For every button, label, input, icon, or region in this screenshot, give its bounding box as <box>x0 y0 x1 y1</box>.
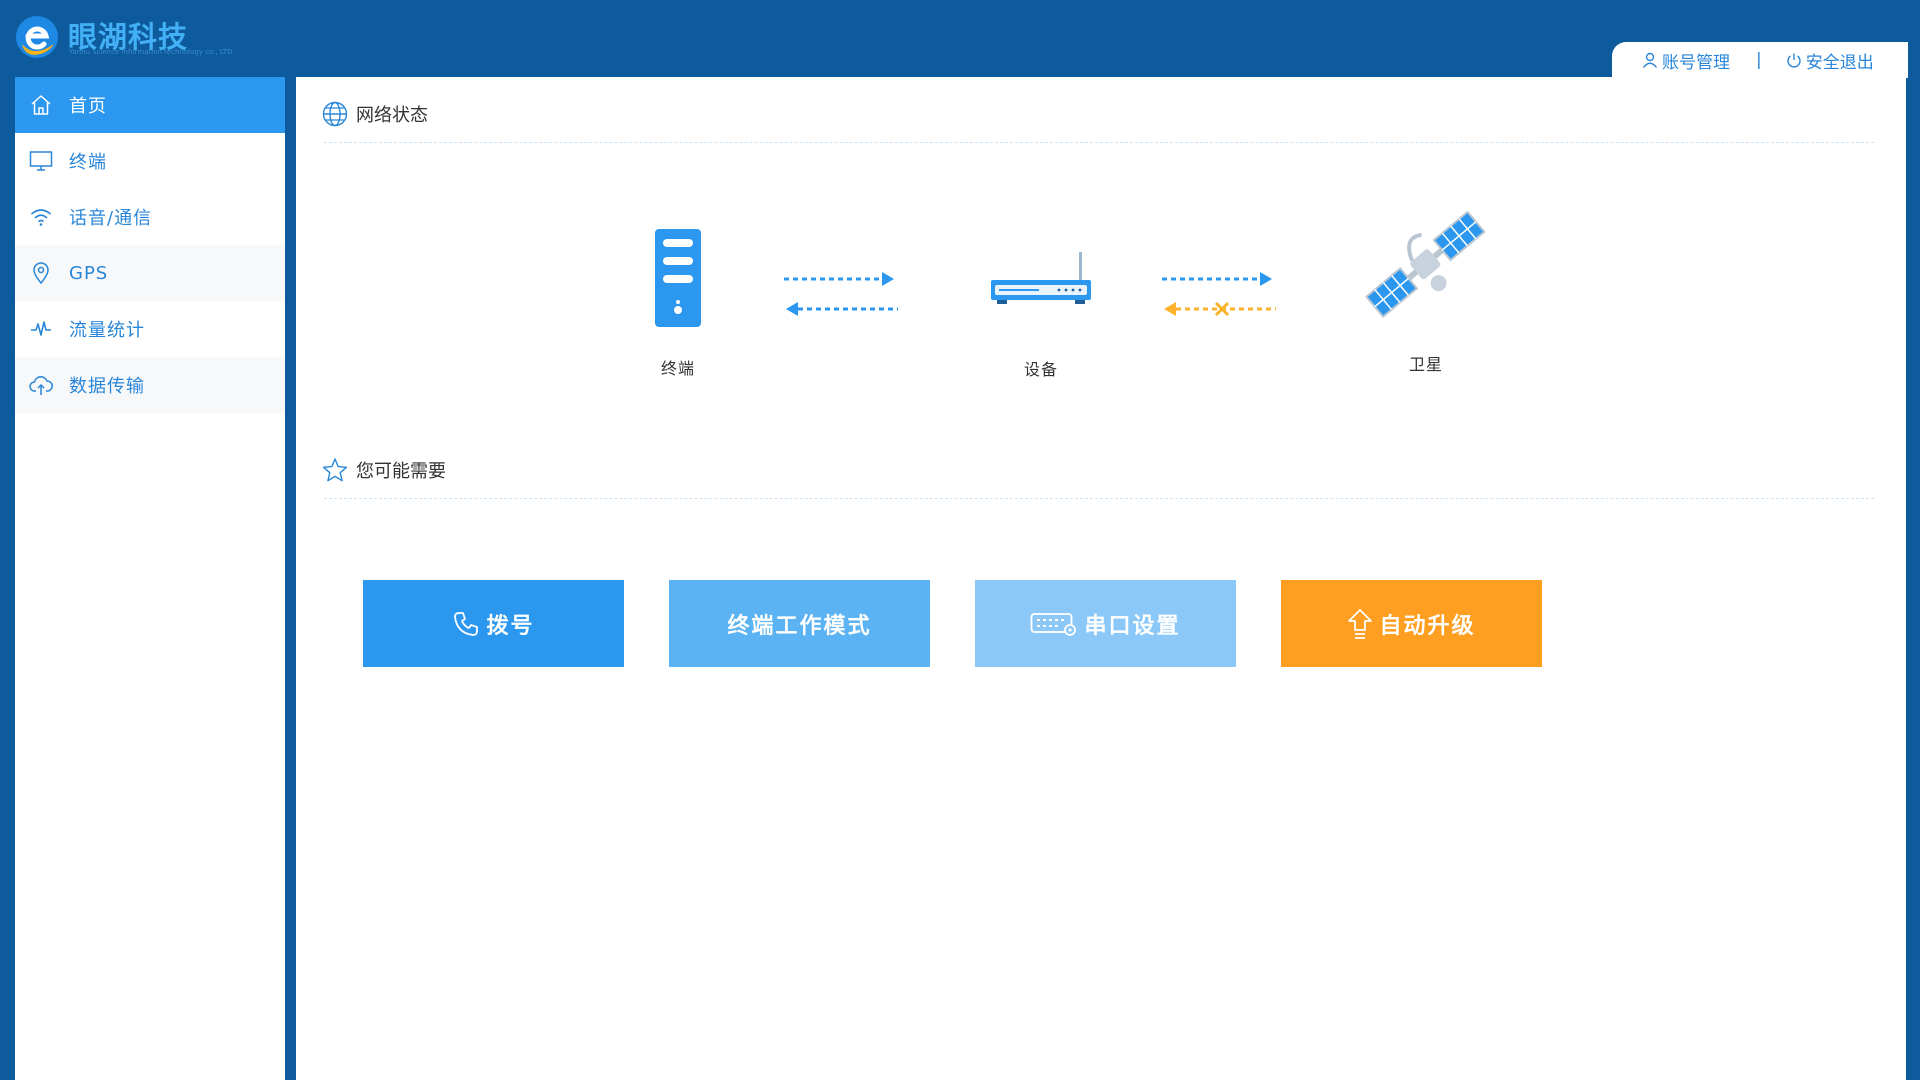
network-status-header: 网络状态 <box>322 101 428 127</box>
upload-arrow-icon <box>1348 608 1373 639</box>
sidebar-item-traffic[interactable]: 流量统计 <box>15 301 285 357</box>
keyboard-icon <box>1031 612 1077 636</box>
terminal-mode-button-label: 终端工作模式 <box>727 613 872 639</box>
user-icon <box>1642 52 1658 68</box>
auto-upgrade-button[interactable]: 自动升级 <box>1281 580 1542 667</box>
network-status-title: 网络状态 <box>356 105 428 126</box>
network-node-terminal: 终端 <box>642 229 714 379</box>
logout-link[interactable]: 安全退出 <box>1786 48 1874 73</box>
cloud-upload-icon <box>29 373 53 397</box>
logo-e-icon <box>16 16 58 58</box>
sidebar-item-data-transfer[interactable]: 数据传输 <box>15 357 285 413</box>
monitor-icon <box>29 149 53 173</box>
node-label: 卫星 <box>1408 355 1443 374</box>
main-panel: 网络状态 终端 设备 卫星 您可能需要 拨号 终端工作模式 串口设置 自动升级 <box>296 77 1906 1080</box>
power-icon <box>1787 53 1801 68</box>
header-separator: | <box>1756 50 1762 70</box>
sidebar-item-label: GPS <box>69 262 109 284</box>
dial-button[interactable]: 拨号 <box>363 580 624 667</box>
link-arrows-device-satellite <box>1162 272 1276 317</box>
sidebar-item-label: 首页 <box>69 96 107 117</box>
router-icon <box>991 252 1091 304</box>
location-icon <box>29 261 53 285</box>
home-icon <box>29 93 53 117</box>
section-divider <box>324 498 1874 499</box>
brand-logo: 眼湖科技 Yanhu Science information technolog… <box>14 12 233 62</box>
sidebar-item-home[interactable]: 首页 <box>15 77 285 133</box>
auto-upgrade-button-label: 自动升级 <box>1379 613 1476 639</box>
star-icon <box>322 458 348 482</box>
sidebar-item-voice[interactable]: 话音/通信 <box>15 189 285 245</box>
suggestions-title: 您可能需要 <box>356 461 446 482</box>
account-management-link[interactable]: 账号管理 <box>1642 48 1730 73</box>
terminal-mode-button[interactable]: 终端工作模式 <box>669 580 930 667</box>
suggestions-header: 您可能需要 <box>322 457 446 483</box>
globe-icon <box>322 101 348 127</box>
node-label: 终端 <box>660 359 695 378</box>
brand-subtitle: Yanhu Science information technology co.… <box>69 48 233 56</box>
network-node-device: 设备 <box>986 252 1096 380</box>
sidebar-item-gps[interactable]: GPS <box>15 245 285 301</box>
sidebar-item-terminal[interactable]: 终端 <box>15 133 285 189</box>
wifi-icon <box>29 205 53 229</box>
server-icon <box>655 229 701 327</box>
sidebar-item-label: 数据传输 <box>69 376 145 397</box>
serial-settings-button-label: 串口设置 <box>1084 613 1181 639</box>
serial-settings-button[interactable]: 串口设置 <box>975 580 1236 667</box>
sidebar-item-label: 流量统计 <box>69 320 145 341</box>
account-tab: 账号管理 | 安全退出 <box>1612 42 1908 78</box>
network-node-satellite: 卫星 <box>1356 199 1496 375</box>
sidebar-item-label: 话音/通信 <box>69 208 153 229</box>
section-divider <box>324 142 1874 143</box>
dial-button-label: 拨号 <box>486 613 535 639</box>
account-management-label: 账号管理 <box>1662 52 1730 73</box>
logout-label: 安全退出 <box>1805 52 1874 73</box>
node-label: 设备 <box>1023 360 1058 379</box>
satellite-icon <box>1365 210 1486 319</box>
pulse-icon <box>29 317 53 341</box>
sidebar-item-label: 终端 <box>69 152 107 173</box>
link-arrows-terminal-device <box>784 272 898 316</box>
phone-icon <box>454 611 479 636</box>
sidebar: 首页 终端 话音/通信 GPS 流量统计 数据传输 <box>15 77 285 1080</box>
